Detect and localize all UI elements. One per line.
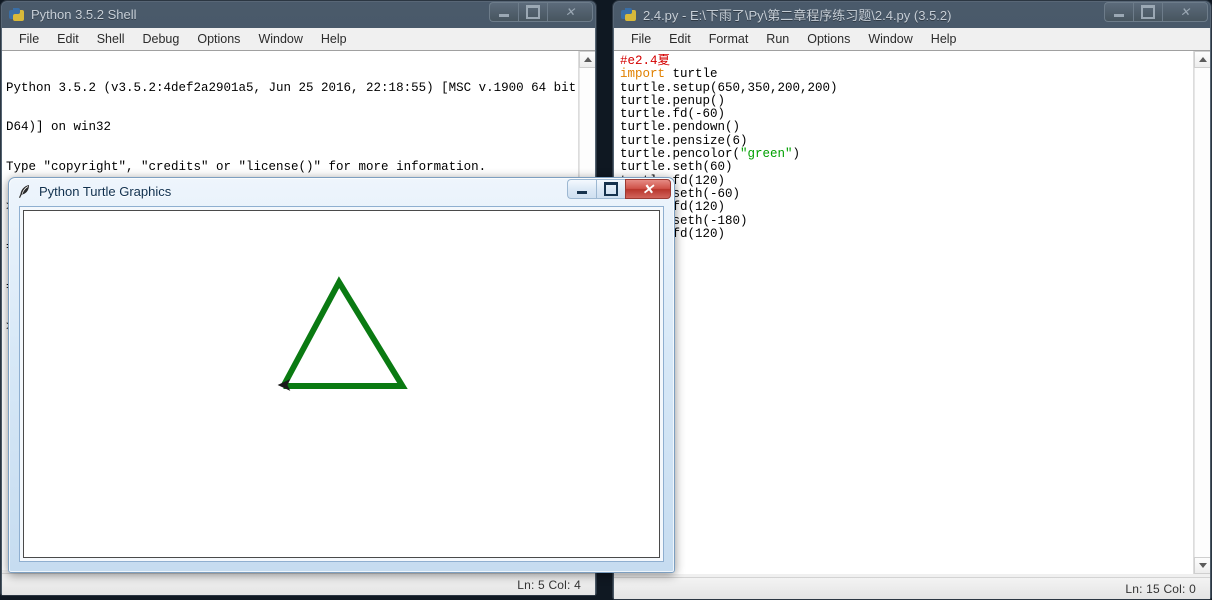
- shell-minimize-button[interactable]: [489, 2, 518, 22]
- python-editor-icon: [620, 6, 637, 23]
- shell-maximize-button[interactable]: [518, 2, 547, 22]
- shell-status-position: Ln: 5 Col: 4: [517, 577, 581, 592]
- close-icon: ✕: [1179, 5, 1191, 19]
- turtle-titlebar[interactable]: Python Turtle Graphics ✕: [9, 178, 674, 205]
- editor-code-text: #e2.4夏 import turtle turtle.setup(650,350,…: [614, 51, 1210, 241]
- turtle-canvas-frame: [19, 206, 664, 562]
- editor-menu-options[interactable]: Options: [798, 30, 859, 48]
- editor-code-line: turtle.fd(120): [620, 174, 1190, 188]
- editor-menu-format[interactable]: Format: [700, 30, 758, 48]
- shell-menu-file[interactable]: File: [10, 30, 48, 48]
- shell-output-line: Python 3.5.2 (v3.5.2:4def2a2901a5, Jun 2…: [6, 80, 595, 95]
- editor-menu-run[interactable]: Run: [757, 30, 798, 48]
- close-icon: ✕: [564, 5, 576, 19]
- turtle-graphics-window[interactable]: Python Turtle Graphics ✕: [8, 177, 675, 573]
- shell-close-button[interactable]: ✕: [547, 2, 593, 22]
- shell-menu-debug[interactable]: Debug: [134, 30, 189, 48]
- editor-menu-help[interactable]: Help: [922, 30, 966, 48]
- shell-menu-window[interactable]: Window: [249, 30, 311, 48]
- editor-menu-window[interactable]: Window: [859, 30, 921, 48]
- editor-maximize-button[interactable]: [1133, 2, 1162, 22]
- editor-code-line: turtle.pensize(6): [620, 133, 748, 148]
- editor-titlebar[interactable]: 2.4.py - E:\下雨了\Py\第二章程序练习题\2.4.py (3.5.…: [613, 1, 1211, 28]
- editor-code-line: turtle.seth(-180): [620, 213, 748, 228]
- editor-code-line: turtle.setup(650,350,200,200): [620, 80, 838, 95]
- shell-statusbar: Ln: 5 Col: 4: [2, 573, 595, 595]
- editor-close-button[interactable]: ✕: [1162, 2, 1208, 22]
- editor-code-line: turtle.seth(-60): [620, 186, 741, 201]
- editor-menubar[interactable]: File Edit Format Run Options Window Help: [614, 28, 1210, 51]
- turtle-maximize-button[interactable]: [596, 179, 625, 199]
- turtle-caption-buttons[interactable]: ✕: [567, 179, 671, 199]
- editor-code-line: turtle.penup(): [620, 93, 726, 108]
- editor-vertical-scrollbar[interactable]: [1193, 51, 1210, 574]
- turtle-drawing-canvas[interactable]: [23, 210, 660, 558]
- editor-minimize-button[interactable]: [1104, 2, 1133, 22]
- editor-code-line: turtle.pendown(): [620, 120, 741, 135]
- editor-menu-edit[interactable]: Edit: [660, 30, 700, 48]
- editor-status-position: Ln: 15 Col: 0: [1125, 581, 1196, 596]
- editor-code-line: #e2.4夏: [620, 54, 671, 68]
- editor-code-area[interactable]: #e2.4夏 import turtle turtle.setup(650,350,…: [614, 50, 1210, 574]
- editor-code-line: turtle.fd(120): [620, 227, 1190, 241]
- editor-code-line: turtle.fd(-60): [620, 107, 726, 122]
- shell-titlebar[interactable]: Python 3.5.2 Shell ✕: [1, 1, 596, 28]
- shell-menu-shell[interactable]: Shell: [88, 30, 134, 48]
- shell-menu-options[interactable]: Options: [188, 30, 249, 48]
- editor-scroll-track[interactable]: [1194, 68, 1210, 557]
- shell-output-line: D64)] on win32: [6, 120, 112, 135]
- shell-menu-help[interactable]: Help: [312, 30, 356, 48]
- turtle-close-button[interactable]: ✕: [625, 179, 671, 199]
- close-icon: ✕: [642, 181, 654, 197]
- shell-output-line: Type "copyright", "credits" or "license(…: [6, 160, 487, 175]
- shell-caption-buttons[interactable]: ✕: [489, 2, 593, 22]
- turtle-minimize-button[interactable]: [567, 179, 596, 199]
- editor-caption-buttons[interactable]: ✕: [1104, 2, 1208, 22]
- editor-title-text: 2.4.py - E:\下雨了\Py\第二章程序练习题\2.4.py (3.5.…: [643, 8, 952, 23]
- python-editor-window[interactable]: 2.4.py - E:\下雨了\Py\第二章程序练习题\2.4.py (3.5.…: [612, 0, 1212, 600]
- editor-code-line: turtle.pencolor("green"): [620, 147, 801, 162]
- editor-menu-file[interactable]: File: [622, 30, 660, 48]
- editor-code-line: turtle.seth(60): [620, 160, 733, 175]
- editor-statusbar: Ln: 15 Col: 0: [614, 577, 1210, 599]
- editor-scroll-up-arrow[interactable]: [1194, 51, 1210, 68]
- shell-title-text: Python 3.5.2 Shell: [31, 7, 137, 22]
- editor-client-area: File Edit Format Run Options Window Help…: [614, 28, 1210, 599]
- editor-code-line: turtle.fd(120): [620, 201, 1190, 215]
- python-shell-icon: [8, 6, 25, 23]
- editor-code-line: import turtle: [620, 67, 718, 82]
- turtle-feather-icon: [16, 183, 33, 200]
- turtle-triangle-path: [280, 276, 408, 389]
- shell-scroll-up-arrow[interactable]: [579, 51, 595, 68]
- shell-menubar[interactable]: File Edit Shell Debug Options Window Hel…: [2, 28, 595, 51]
- shell-menu-edit[interactable]: Edit: [48, 30, 88, 48]
- editor-scroll-down-arrow[interactable]: [1194, 557, 1210, 574]
- turtle-title-text: Python Turtle Graphics: [39, 184, 172, 199]
